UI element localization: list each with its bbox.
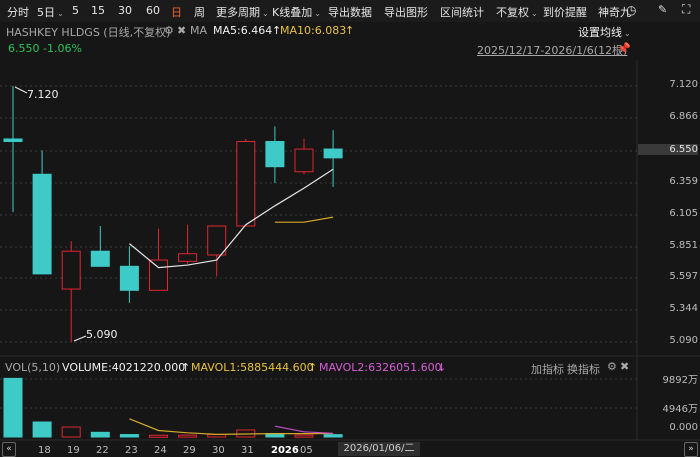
x-axis-label: 18 xyxy=(38,445,51,456)
ma10-line xyxy=(274,216,334,223)
x-axis-label: 05 xyxy=(300,445,313,456)
price-axis-label: 5.597 xyxy=(669,271,698,282)
scroll-right-button[interactable]: » xyxy=(684,442,698,457)
candle-body xyxy=(236,140,256,227)
price-axis-label: 6.105 xyxy=(669,208,698,219)
x-axis-label: 30 xyxy=(212,445,225,456)
vol-axis-label: 4946万 xyxy=(662,404,698,415)
volume-bar xyxy=(61,426,81,438)
candle-body xyxy=(149,259,168,291)
kline-chart[interactable] xyxy=(0,0,700,456)
switch-indicator-button[interactable]: 换指标 xyxy=(567,361,600,377)
vol-axis-label: 0.000 xyxy=(669,422,698,433)
candle-body xyxy=(119,265,139,291)
price-axis-label: 5.344 xyxy=(669,303,698,314)
volume-bar xyxy=(90,431,110,438)
candle-body xyxy=(323,148,343,159)
x-axis-label: 22 xyxy=(96,445,109,456)
high-pointer xyxy=(14,86,28,94)
price-axis-label: 5.090 xyxy=(669,335,698,346)
volume-bar xyxy=(119,434,139,438)
volume-bar xyxy=(323,434,343,438)
volume-bar xyxy=(149,434,168,438)
mavol1-arrow: ↑ xyxy=(308,361,318,374)
price-axis-label: 7.120 xyxy=(669,79,698,90)
price-axis-label: 6.359 xyxy=(669,176,698,187)
ma5-line xyxy=(129,168,334,269)
vol-label: VOL(5,10) xyxy=(5,361,61,374)
candle-body xyxy=(3,138,23,142)
mavol2-line xyxy=(274,425,334,434)
mavol2-arrow: ↓ xyxy=(437,361,447,374)
gear-icon[interactable]: ⚙ xyxy=(607,360,617,373)
cursor-date: 2026/01/06/二 xyxy=(338,442,420,456)
vol-axis-label: 9892万 xyxy=(662,375,698,386)
volume-bar xyxy=(294,434,314,438)
candle-body xyxy=(32,173,52,275)
x-axis-label: 29 xyxy=(183,445,196,456)
x-axis-label: 23 xyxy=(125,445,138,456)
price-axis-label: 5.851 xyxy=(669,240,698,251)
add-indicator-button[interactable]: 加指标 xyxy=(531,361,564,377)
x-axis-label: 31 xyxy=(241,445,254,456)
scroll-left-button[interactable]: « xyxy=(2,442,16,457)
candle-body xyxy=(90,250,110,267)
high-annotation: 7.120 xyxy=(27,88,59,101)
volume-bar xyxy=(32,421,52,438)
mavol1-value: MAVOL1:5885444.600 xyxy=(191,361,314,374)
x-axis-label: 19 xyxy=(67,445,80,456)
candle-body xyxy=(294,148,314,173)
candle-body xyxy=(178,253,198,262)
volume-bar xyxy=(3,377,23,438)
x-axis-label: 2026 xyxy=(271,445,299,456)
mavol2-value: MAVOL2:6326051.600 xyxy=(319,361,442,374)
candle-body xyxy=(61,250,81,290)
price-axis-label: 6.866 xyxy=(669,111,698,122)
close-icon[interactable]: ✖ xyxy=(620,360,629,373)
x-axis-label: 24 xyxy=(154,445,167,456)
candle-body xyxy=(265,140,285,168)
volume-bar xyxy=(178,434,198,438)
price-axis-label: 6.550 xyxy=(638,144,698,155)
volume-arrow: ↑ xyxy=(181,361,191,374)
low-pointer xyxy=(73,335,87,342)
candle-body xyxy=(207,225,227,256)
volume-value: VOLUME:4021220.000 xyxy=(62,361,186,374)
low-annotation: 5.090 xyxy=(86,328,118,341)
